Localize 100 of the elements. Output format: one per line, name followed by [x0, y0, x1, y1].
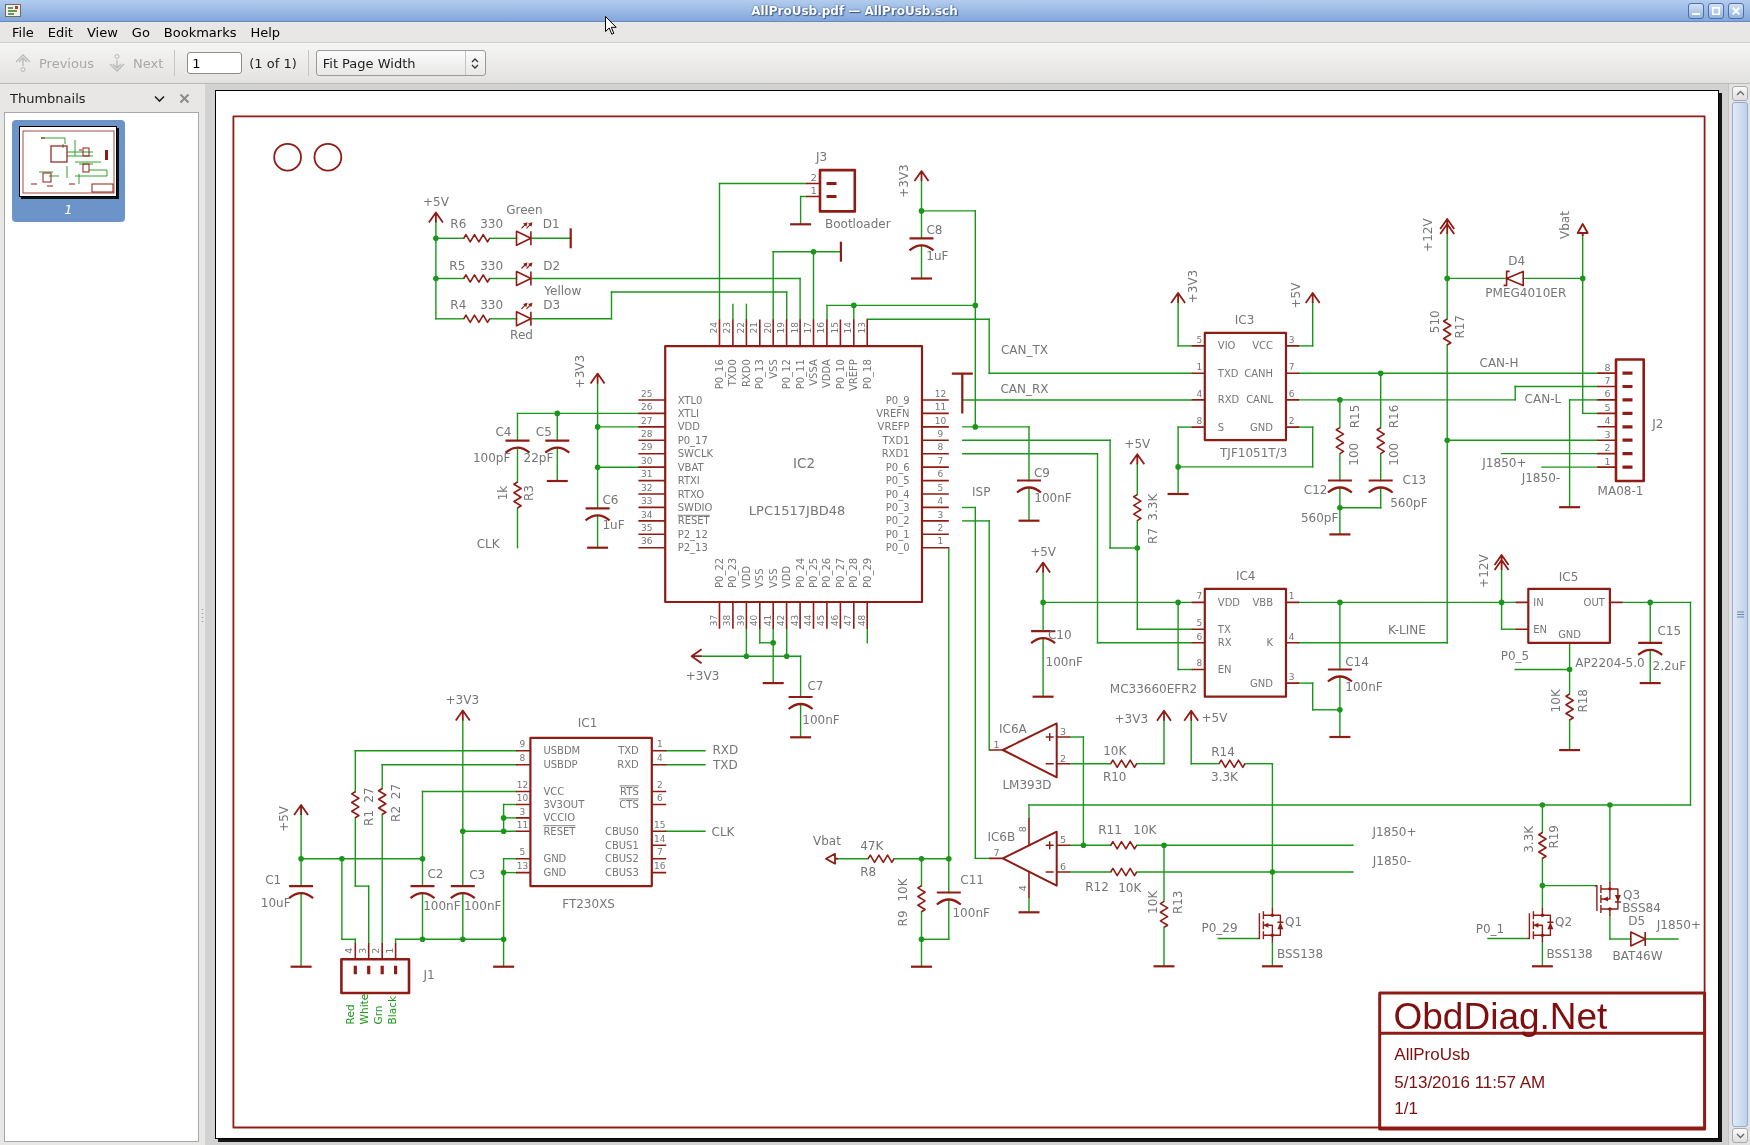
ground-symbol — [1261, 965, 1283, 968]
junction-dot — [1647, 599, 1653, 606]
junction-dot — [1444, 437, 1450, 443]
pin-number: 46 — [829, 614, 840, 627]
wire — [489, 237, 518, 239]
menu-item[interactable]: File — [5, 22, 41, 42]
minimize-icon — [1692, 12, 1700, 15]
pin-number: 8 — [519, 753, 526, 764]
close-icon[interactable] — [179, 92, 190, 104]
wire — [489, 277, 518, 280]
part-reference: J1 — [423, 967, 435, 982]
pin-label: P0_4 — [885, 488, 910, 500]
capacitor-symbol — [544, 439, 571, 454]
menu-item[interactable]: Bookmarks — [156, 22, 244, 42]
pin-number: 3 — [1288, 334, 1295, 345]
pin-number: 11 — [516, 820, 529, 830]
pin-number: 4 — [1288, 631, 1295, 642]
part-reference: Q2 — [1554, 915, 1573, 930]
pin-number: 1 — [1288, 591, 1295, 602]
pin-label: S — [1217, 421, 1225, 433]
part-value: 47K — [860, 839, 884, 854]
pin-number: 5 — [1604, 401, 1611, 413]
pin-label: VSS — [767, 568, 779, 588]
net-label: P0_1 — [1475, 921, 1505, 936]
pin-label: XTL0 — [677, 394, 703, 406]
net-label: CLK — [711, 824, 735, 839]
scroll-down-button[interactable] — [1732, 1128, 1748, 1143]
pin-number: 9 — [937, 429, 944, 439]
pin-label: P0_23 — [727, 557, 739, 588]
junction-dot — [500, 828, 507, 835]
diode-symbol — [1502, 270, 1524, 287]
pin-label: XTLI — [677, 407, 699, 419]
pin-number: 34 — [641, 509, 653, 520]
up-arrow-icon — [14, 53, 32, 73]
pin-number: 14 — [654, 834, 666, 844]
power-label: +12V — [1421, 218, 1436, 252]
scroll-thumb[interactable] — [1732, 102, 1748, 1127]
zoom-select[interactable]: Fit Page Width — [315, 50, 486, 76]
junction-dot — [918, 855, 925, 862]
pin-number: 12 — [934, 388, 947, 399]
part-value: FT230XS — [562, 897, 615, 911]
power-label: +3V3 — [1185, 269, 1200, 304]
part-reference: C2 — [427, 867, 444, 882]
wire — [530, 237, 572, 239]
ground-symbol — [1329, 735, 1351, 739]
minimize-button[interactable] — [1688, 2, 1704, 19]
wire — [665, 830, 706, 832]
page-number-field[interactable]: 1 — [187, 52, 243, 74]
pin-number: 8 — [1196, 415, 1203, 426]
wire-color-label: Red — [344, 1004, 357, 1025]
resistor-symbol — [917, 884, 926, 913]
junction-dot — [460, 936, 466, 943]
junction-dot — [1539, 802, 1546, 808]
junction-dot — [433, 235, 439, 242]
pin-number: 3 — [1604, 428, 1611, 440]
part-reference: R9 — [896, 910, 910, 927]
part-value: 100nF — [802, 713, 840, 728]
pin-number: 5 — [937, 482, 944, 493]
pin-number: 2 — [937, 523, 944, 533]
wire — [1042, 637, 1044, 698]
pin-label: RXD1 — [881, 448, 910, 460]
wire — [665, 764, 706, 766]
menu-item[interactable]: Go — [124, 22, 157, 42]
pin-label: GND — [1250, 421, 1273, 433]
pin-label: CBUS2 — [604, 853, 639, 865]
pin-number: 1 — [810, 185, 817, 196]
junction-dot — [419, 855, 426, 862]
pin-number: 3 — [1288, 671, 1295, 682]
part-value: Green — [506, 203, 543, 218]
pin-label: SWDIO — [677, 501, 713, 513]
junction-dot — [1337, 599, 1343, 606]
junction-dot — [851, 302, 857, 309]
ground-symbol — [1559, 749, 1581, 752]
part-value: AP2204-5.0 — [1575, 656, 1645, 670]
net-label: RXD — [712, 743, 739, 758]
ground-symbol — [950, 372, 974, 415]
junction-dot — [1337, 397, 1343, 403]
close-button[interactable] — [1728, 2, 1744, 19]
part-reference: D5 — [1628, 914, 1646, 929]
scroll-up-button[interactable] — [1732, 86, 1748, 101]
part-value: 100nF — [1345, 679, 1383, 694]
menu-item[interactable]: Edit — [40, 22, 80, 42]
part-reference: Q3 — [1623, 887, 1641, 902]
net-label: J1850+ — [1656, 918, 1701, 933]
capacitor-symbol — [908, 237, 935, 252]
maximize-button[interactable] — [1708, 2, 1724, 19]
mounting-hole — [273, 142, 302, 172]
pin-number: 9 — [519, 739, 526, 750]
junction-dot — [433, 275, 439, 282]
resistor-symbol — [377, 787, 387, 816]
pin-number: 4 — [656, 753, 663, 764]
pin-label: RESET — [542, 825, 576, 837]
pin-number: 27 — [641, 415, 653, 426]
ground-symbol — [1559, 506, 1581, 509]
sidebar-title: Thumbnails — [10, 90, 87, 106]
part-reference: C14 — [1345, 655, 1369, 669]
pin-label: VCC — [543, 786, 565, 797]
menu-item[interactable]: Help — [243, 22, 288, 42]
pin-label: P0_26 — [821, 557, 833, 588]
menu-item[interactable]: View — [79, 22, 125, 42]
